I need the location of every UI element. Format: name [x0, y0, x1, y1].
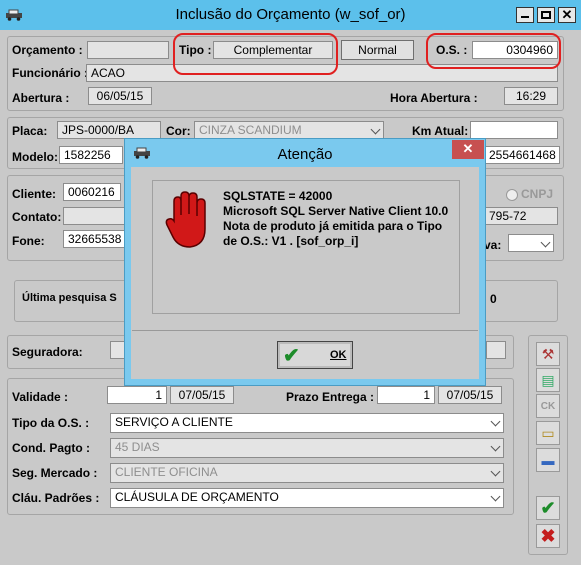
cor-label: Cor:	[166, 124, 191, 138]
claus-label: Cláu. Padrões :	[12, 491, 100, 505]
cliente-label: Cliente:	[12, 187, 57, 201]
confirm-button[interactable]: ✔	[536, 496, 560, 520]
cnpj-radio[interactable]	[506, 189, 518, 201]
chevron-down-icon	[490, 466, 501, 477]
contato-label: Contato:	[12, 210, 62, 224]
placa-label: Placa:	[12, 124, 48, 138]
message-line-4: de O.S.: V1 . [sof_orp_i]	[223, 234, 359, 248]
abertura-label: Abertura :	[12, 91, 70, 105]
prazo-date-field[interactable]: 07/05/15	[438, 386, 502, 404]
cnpj-label: CNPJ	[521, 187, 554, 201]
modelo-label: Modelo:	[12, 150, 58, 164]
validade-days-field[interactable]: 1	[107, 386, 167, 404]
dialog-title: Atenção	[277, 146, 333, 163]
chevron-down-icon	[540, 237, 551, 248]
validade-label: Validade :	[12, 390, 69, 404]
message-line-2: Microsoft SQL Server Native Client 10.0	[223, 204, 449, 218]
message-line-3: Nota de produto já emitida para o Tipo	[223, 219, 443, 233]
fone-field[interactable]: 32665538	[63, 230, 125, 248]
seg-label: Seg. Mercado :	[12, 466, 98, 480]
tipo-os-label: Tipo da O.S. :	[12, 416, 90, 430]
prazo-label: Prazo Entrega :	[286, 390, 375, 404]
tipo-os-value: SERVIÇO A CLIENTE	[115, 415, 233, 429]
va-label: va:	[484, 238, 502, 252]
seg-select[interactable]: CLIENTE OFICINA	[110, 463, 504, 483]
claus-select[interactable]: CLÁUSULA DE ORÇAMENTO	[110, 488, 504, 508]
title-bar: Inclusão do Orçamento (w_sof_or) ✕	[0, 0, 581, 30]
cond-label: Cond. Pagto :	[12, 441, 90, 455]
funcionario-label: Funcionário :	[12, 66, 88, 80]
close-button[interactable]: ✕	[558, 7, 576, 23]
km-field[interactable]	[470, 121, 558, 139]
chassi-field[interactable]: 2554661468	[484, 146, 560, 164]
dialog-separator	[132, 330, 478, 331]
dialog-body: SQLSTATE = 42000 Microsoft SQL Server Na…	[131, 167, 479, 379]
ok-button[interactable]: ✔ OK	[277, 341, 353, 369]
hora-abertura-label: Hora Abertura :	[390, 91, 478, 105]
validade-date-field[interactable]: 07/05/15	[170, 386, 234, 404]
user-search-button[interactable]: ⚒	[536, 342, 560, 366]
folder-icon: ▭	[541, 424, 555, 441]
seguradora-label: Seguradora:	[12, 345, 83, 359]
seg-value: CLIENTE OFICINA	[115, 465, 218, 479]
maximize-button[interactable]	[537, 7, 555, 23]
cond-value: 45 DIAS	[115, 440, 160, 454]
ok-label: OK	[330, 349, 347, 361]
cliente-field[interactable]: 0060216	[63, 183, 121, 201]
chevron-down-icon	[490, 441, 501, 452]
save-check-icon: ✔	[540, 497, 556, 518]
user-search-icon: ⚒	[541, 345, 555, 362]
abertura-field[interactable]: 06/05/15	[88, 87, 152, 105]
folder-button[interactable]: ▭	[536, 421, 560, 445]
cor-select[interactable]: CINZA SCANDIUM	[194, 121, 384, 139]
printer-icon: ▤	[541, 371, 555, 388]
chevron-down-icon	[490, 416, 501, 427]
ultima-label: Última pesquisa S	[22, 292, 117, 304]
hora-abertura-field[interactable]: 16:29	[504, 87, 558, 105]
window-title: Inclusão do Orçamento (w_sof_or)	[175, 6, 406, 23]
chevron-down-icon	[370, 124, 381, 135]
orcamento-field[interactable]	[87, 41, 169, 59]
placa-field[interactable]: JPS-0000/BA	[57, 121, 161, 139]
fone-label: Fone:	[12, 234, 45, 248]
cond-select[interactable]: 45 DIAS	[110, 438, 504, 458]
alert-dialog: Atenção ✕ SQLSTATE = 42000 Microsoft SQL…	[124, 138, 486, 386]
tipo-highlight	[173, 33, 338, 75]
chevron-down-icon	[490, 491, 501, 502]
car-icon: ▬	[541, 452, 555, 468]
seguradora-right-field[interactable]	[486, 341, 506, 359]
prazo-days-field[interactable]: 1	[377, 386, 435, 404]
minimize-button[interactable]	[516, 7, 534, 23]
normal-button[interactable]: Normal	[341, 40, 414, 60]
cancel-x-icon: ✖	[540, 525, 556, 546]
tipo-os-select[interactable]: SERVIÇO A CLIENTE	[110, 413, 504, 433]
ultima-right: 0	[490, 292, 497, 306]
dialog-close-button[interactable]: ✕	[452, 140, 484, 159]
os-highlight	[426, 33, 561, 69]
orcamento-label: Orçamento :	[12, 43, 83, 57]
cor-value: CINZA SCANDIUM	[199, 123, 302, 137]
cancel-button[interactable]: ✖	[536, 524, 560, 548]
document-field[interactable]: 795-72	[484, 207, 558, 225]
vehicle-button[interactable]: ▬	[536, 448, 560, 472]
dialog-titlebar: Atenção ✕	[125, 139, 485, 167]
ck-label: CK	[540, 400, 556, 412]
message-line-1: SQLSTATE = 42000	[223, 189, 333, 203]
contato-field[interactable]	[63, 207, 125, 225]
ck-button[interactable]: CK	[536, 394, 560, 418]
modelo-field[interactable]: 1582256	[59, 146, 123, 164]
va-select[interactable]	[508, 234, 554, 252]
stop-hand-icon	[164, 191, 212, 251]
printer-button[interactable]: ▤	[536, 368, 560, 392]
km-label: Km Atual:	[412, 124, 469, 138]
claus-value: CLÁUSULA DE ORÇAMENTO	[115, 490, 279, 504]
check-icon: ✔	[283, 345, 300, 367]
